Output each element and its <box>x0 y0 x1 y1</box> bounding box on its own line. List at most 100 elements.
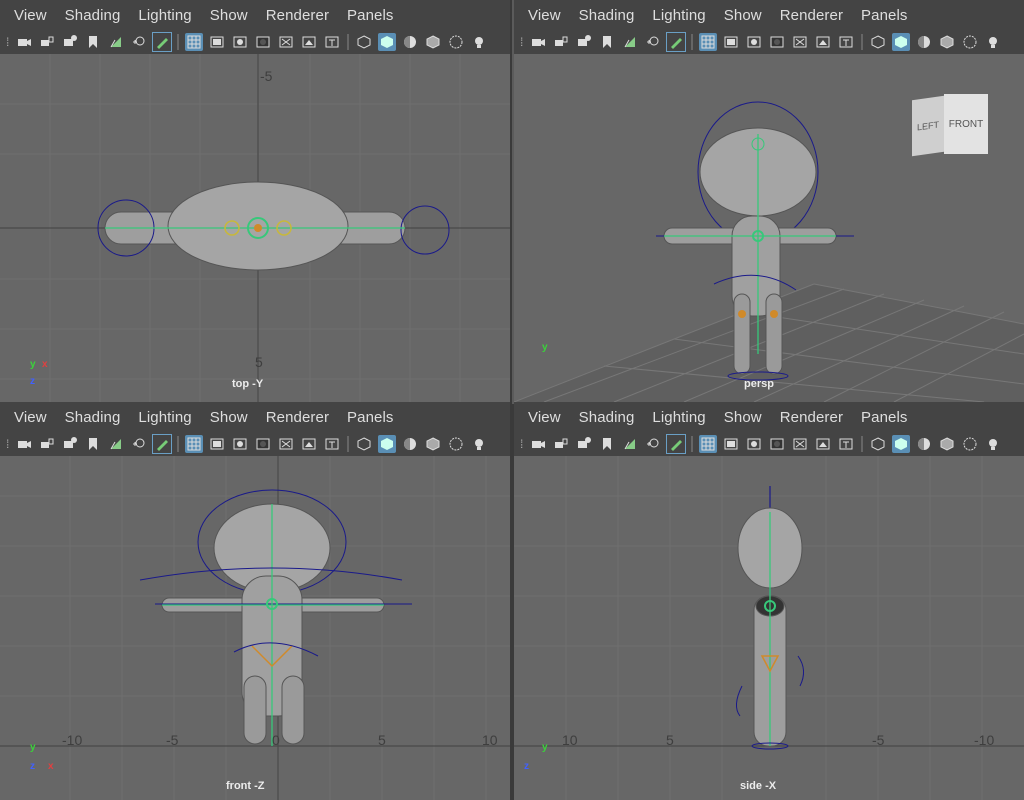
lighting-icon[interactable] <box>984 33 1002 51</box>
menu-renderer[interactable]: Renderer <box>780 409 843 426</box>
textured-icon[interactable] <box>938 435 956 453</box>
field-chart-icon[interactable] <box>791 33 809 51</box>
menu-view[interactable]: View <box>528 409 561 426</box>
viewport-canvas[interactable]: 10 5 -5 -10 y z side -X <box>514 456 1024 800</box>
safe-action-icon[interactable] <box>300 435 318 453</box>
grid-icon[interactable] <box>699 33 718 51</box>
safe-action-icon[interactable] <box>300 33 318 51</box>
lighting-icon[interactable] <box>470 33 488 51</box>
menu-renderer[interactable]: Renderer <box>266 409 329 426</box>
menu-lighting[interactable]: Lighting <box>138 7 191 24</box>
menu-shading[interactable]: Shading <box>65 409 121 426</box>
bookmark-icon[interactable] <box>84 33 102 51</box>
field-chart-icon[interactable] <box>277 33 295 51</box>
camera-attributes-icon[interactable] <box>61 33 79 51</box>
menu-view[interactable]: View <box>14 409 47 426</box>
default-material-icon[interactable] <box>915 33 933 51</box>
default-material-icon[interactable] <box>401 33 419 51</box>
menu-show[interactable]: Show <box>210 409 248 426</box>
gate-mask-icon[interactable] <box>768 33 786 51</box>
bookmark-icon[interactable] <box>598 435 616 453</box>
menu-renderer[interactable]: Renderer <box>780 7 843 24</box>
camera-attributes-icon[interactable] <box>61 435 79 453</box>
gate-mask-icon[interactable] <box>768 435 786 453</box>
menu-panels[interactable]: Panels <box>347 409 393 426</box>
menu-view[interactable]: View <box>528 7 561 24</box>
safe-title-icon[interactable] <box>837 33 855 51</box>
safe-title-icon[interactable] <box>837 435 855 453</box>
gate-mask-icon[interactable] <box>254 33 272 51</box>
lighting-icon[interactable] <box>470 435 488 453</box>
menu-show[interactable]: Show <box>724 7 762 24</box>
film-gate-icon[interactable] <box>722 435 740 453</box>
grease-pencil-icon[interactable] <box>666 434 687 454</box>
image-plane-icon[interactable] <box>621 435 639 453</box>
image-plane-icon[interactable] <box>107 435 125 453</box>
resolution-gate-icon[interactable] <box>231 435 249 453</box>
textured-icon[interactable] <box>424 435 442 453</box>
menu-panels[interactable]: Panels <box>861 7 907 24</box>
grid-icon[interactable] <box>185 435 204 453</box>
camera-select-icon[interactable] <box>15 33 33 51</box>
2d-pan-zoom-icon[interactable] <box>644 33 662 51</box>
toolbar-grip-icon[interactable]: ⁞ <box>520 35 523 49</box>
menu-shading[interactable]: Shading <box>579 409 635 426</box>
menu-lighting[interactable]: Lighting <box>652 409 705 426</box>
field-chart-icon[interactable] <box>791 435 809 453</box>
2d-pan-zoom-icon[interactable] <box>130 435 148 453</box>
toolbar-grip-icon[interactable]: ⁞ <box>6 35 9 49</box>
camera-attributes-icon[interactable] <box>575 435 593 453</box>
camera-select-icon[interactable] <box>15 435 33 453</box>
image-plane-icon[interactable] <box>621 33 639 51</box>
xray-icon[interactable] <box>961 33 979 51</box>
menu-renderer[interactable]: Renderer <box>266 7 329 24</box>
safe-title-icon[interactable] <box>323 33 341 51</box>
safe-action-icon[interactable] <box>814 435 832 453</box>
2d-pan-zoom-icon[interactable] <box>130 33 148 51</box>
lighting-icon[interactable] <box>984 435 1002 453</box>
wireframe-icon[interactable] <box>869 33 887 51</box>
viewport-pane-top[interactable]: View Shading Lighting Show Renderer Pane… <box>0 0 510 402</box>
viewport-pane-persp[interactable]: View Shading Lighting Show Renderer Pane… <box>512 0 1024 404</box>
film-gate-icon[interactable] <box>208 33 226 51</box>
viewport-pane-front[interactable]: View Shading Lighting Show Renderer Pane… <box>0 402 510 800</box>
viewcube-front-face[interactable]: FRONT <box>944 94 988 154</box>
resolution-gate-icon[interactable] <box>745 435 763 453</box>
viewport-canvas[interactable]: LEFT FRONT y persp <box>514 54 1024 402</box>
grease-pencil-icon[interactable] <box>152 32 173 52</box>
menu-show[interactable]: Show <box>724 409 762 426</box>
bookmark-icon[interactable] <box>598 33 616 51</box>
camera-lock-icon[interactable] <box>38 435 56 453</box>
view-cube[interactable]: LEFT FRONT <box>912 94 988 157</box>
menu-view[interactable]: View <box>14 7 47 24</box>
safe-action-icon[interactable] <box>814 33 832 51</box>
textured-icon[interactable] <box>938 33 956 51</box>
menu-shading[interactable]: Shading <box>65 7 121 24</box>
menu-shading[interactable]: Shading <box>579 7 635 24</box>
textured-icon[interactable] <box>424 33 442 51</box>
viewport-canvas[interactable]: -10 -5 0 5 10 y z x front -Z <box>0 456 510 800</box>
viewcube-left-face[interactable]: LEFT <box>912 95 944 157</box>
smooth-shade-icon[interactable] <box>378 435 397 453</box>
xray-icon[interactable] <box>447 33 465 51</box>
camera-lock-icon[interactable] <box>552 435 570 453</box>
menu-lighting[interactable]: Lighting <box>652 7 705 24</box>
camera-lock-icon[interactable] <box>38 33 56 51</box>
viewport-canvas[interactable]: -5 5 y x z top -Y <box>0 54 510 402</box>
wireframe-icon[interactable] <box>355 435 373 453</box>
grid-icon[interactable] <box>185 33 204 51</box>
safe-title-icon[interactable] <box>323 435 341 453</box>
toolbar-grip-icon[interactable]: ⁞ <box>6 437 9 451</box>
grease-pencil-icon[interactable] <box>152 434 173 454</box>
wireframe-icon[interactable] <box>355 33 373 51</box>
wireframe-icon[interactable] <box>869 435 887 453</box>
bookmark-icon[interactable] <box>84 435 102 453</box>
menu-panels[interactable]: Panels <box>347 7 393 24</box>
menu-lighting[interactable]: Lighting <box>138 409 191 426</box>
grease-pencil-icon[interactable] <box>666 32 687 52</box>
default-material-icon[interactable] <box>401 435 419 453</box>
default-material-icon[interactable] <box>915 435 933 453</box>
smooth-shade-icon[interactable] <box>892 435 911 453</box>
toolbar-grip-icon[interactable]: ⁞ <box>520 437 523 451</box>
smooth-shade-icon[interactable] <box>378 33 397 51</box>
